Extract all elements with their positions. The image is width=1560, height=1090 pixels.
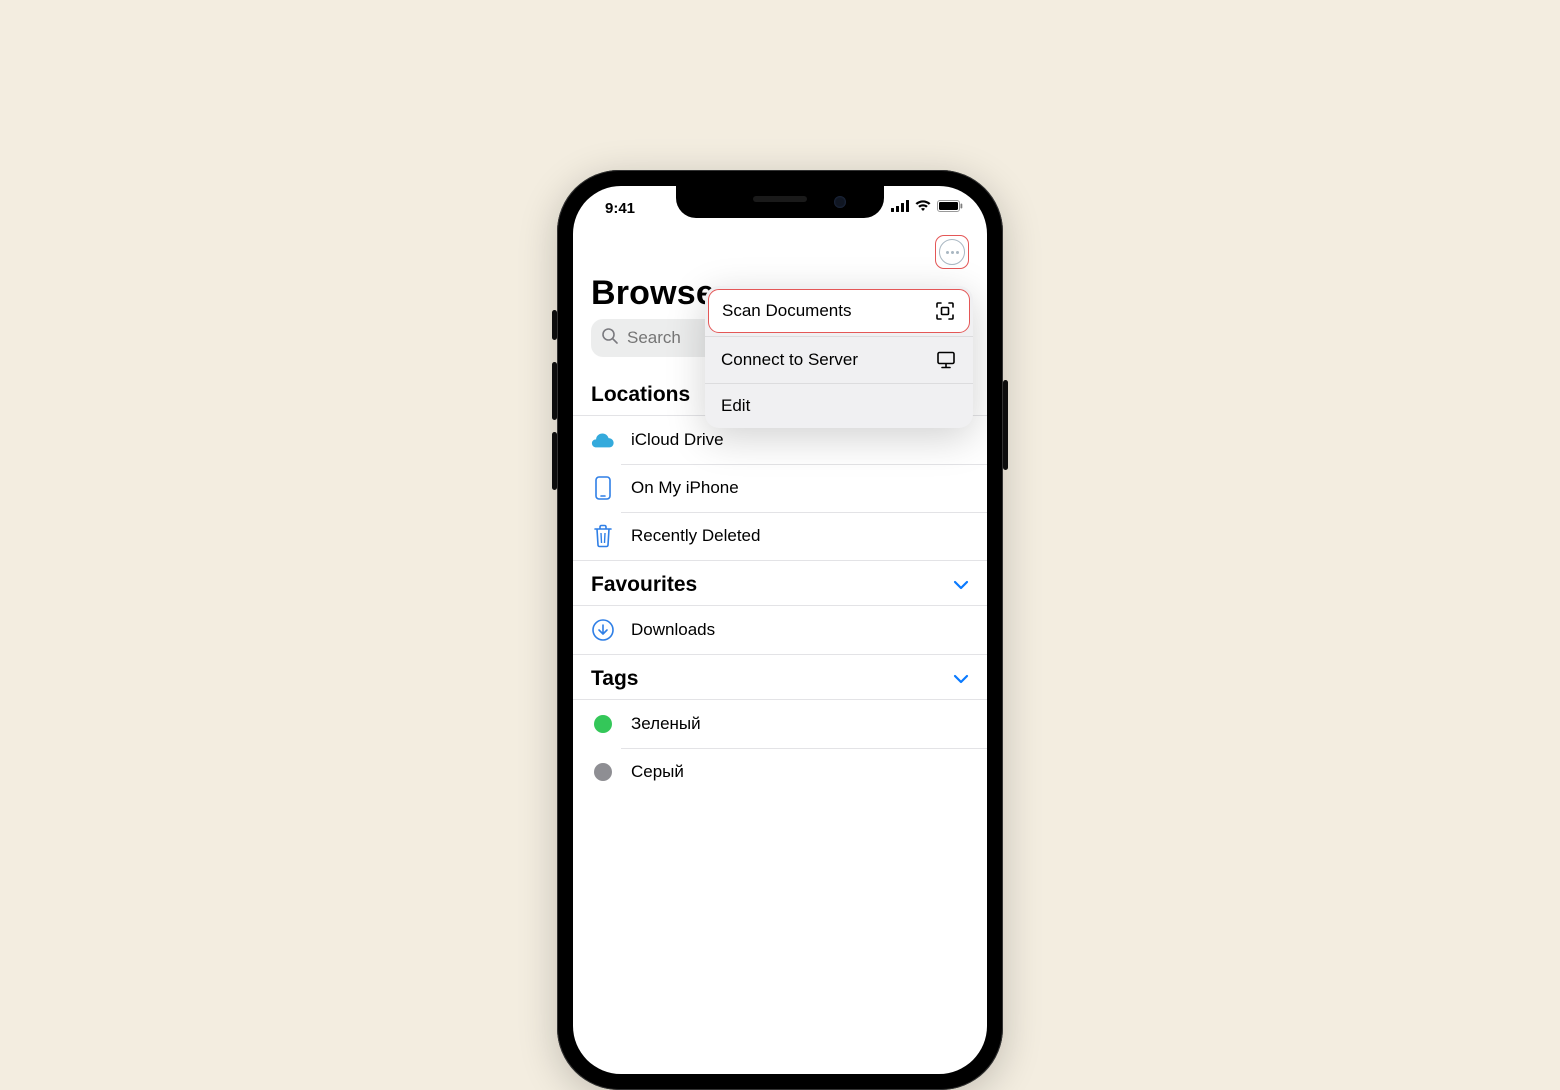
more-button[interactable] <box>935 235 969 269</box>
row-label: iCloud Drive <box>631 430 724 450</box>
trash-icon <box>591 524 615 548</box>
status-icons <box>891 199 963 217</box>
favourite-row-downloads[interactable]: Downloads <box>573 606 987 654</box>
section-header-tags[interactable]: Tags <box>573 655 987 699</box>
tag-dot-green-icon <box>591 712 615 736</box>
location-row-on-my-iphone[interactable]: On My iPhone <box>573 464 987 512</box>
status-time: 9:41 <box>605 200 635 217</box>
tag-row-green[interactable]: Зеленый <box>573 700 987 748</box>
menu-item-label: Connect to Server <box>721 350 858 370</box>
menu-item-label: Scan Documents <box>722 301 851 321</box>
chevron-down-icon <box>953 580 969 590</box>
icloud-icon <box>591 428 615 452</box>
chevron-down-icon <box>953 674 969 684</box>
nav-bar <box>573 230 987 274</box>
section-title: Favourites <box>591 573 697 597</box>
tag-dot-grey-icon <box>591 760 615 784</box>
volume-down-button <box>552 432 557 490</box>
notch <box>676 186 884 218</box>
favourites-list: Downloads <box>573 606 987 654</box>
locations-list: iCloud Drive On My iPhone Recently Delet… <box>573 416 987 560</box>
tags-list: Зеленый Серый <box>573 700 987 796</box>
wifi-icon <box>915 199 931 217</box>
menu-item-edit[interactable]: Edit <box>705 383 973 428</box>
iphone-device-frame: 9:41 Browse <box>557 170 1003 1090</box>
front-camera <box>834 196 846 208</box>
section-title: Tags <box>591 667 638 691</box>
server-icon <box>935 349 957 371</box>
scan-icon <box>934 300 956 322</box>
row-label: Серый <box>631 762 684 782</box>
tag-row-grey[interactable]: Серый <box>573 748 987 796</box>
section-title: Locations <box>591 383 690 407</box>
power-button <box>1003 380 1008 470</box>
search-icon <box>601 327 619 350</box>
row-label: Зеленый <box>631 714 701 734</box>
cellular-signal-icon <box>891 199 909 217</box>
screen: 9:41 Browse <box>573 186 987 1074</box>
ellipsis-circle-icon <box>939 239 965 265</box>
iphone-icon <box>591 476 615 500</box>
menu-item-label: Edit <box>721 396 750 416</box>
more-menu-popover: Scan Documents Connect to Server Edit <box>705 286 973 428</box>
row-label: Downloads <box>631 620 715 640</box>
row-label: On My iPhone <box>631 478 739 498</box>
row-label: Recently Deleted <box>631 526 760 546</box>
menu-item-scan-documents[interactable]: Scan Documents <box>708 289 970 333</box>
speaker <box>753 196 807 202</box>
battery-icon <box>937 199 963 217</box>
volume-up-button <box>552 362 557 420</box>
mute-switch <box>552 310 557 340</box>
download-circle-icon <box>591 618 615 642</box>
section-header-favourites[interactable]: Favourites <box>573 561 987 605</box>
location-row-recently-deleted[interactable]: Recently Deleted <box>573 512 987 560</box>
menu-item-connect-to-server[interactable]: Connect to Server <box>705 336 973 383</box>
